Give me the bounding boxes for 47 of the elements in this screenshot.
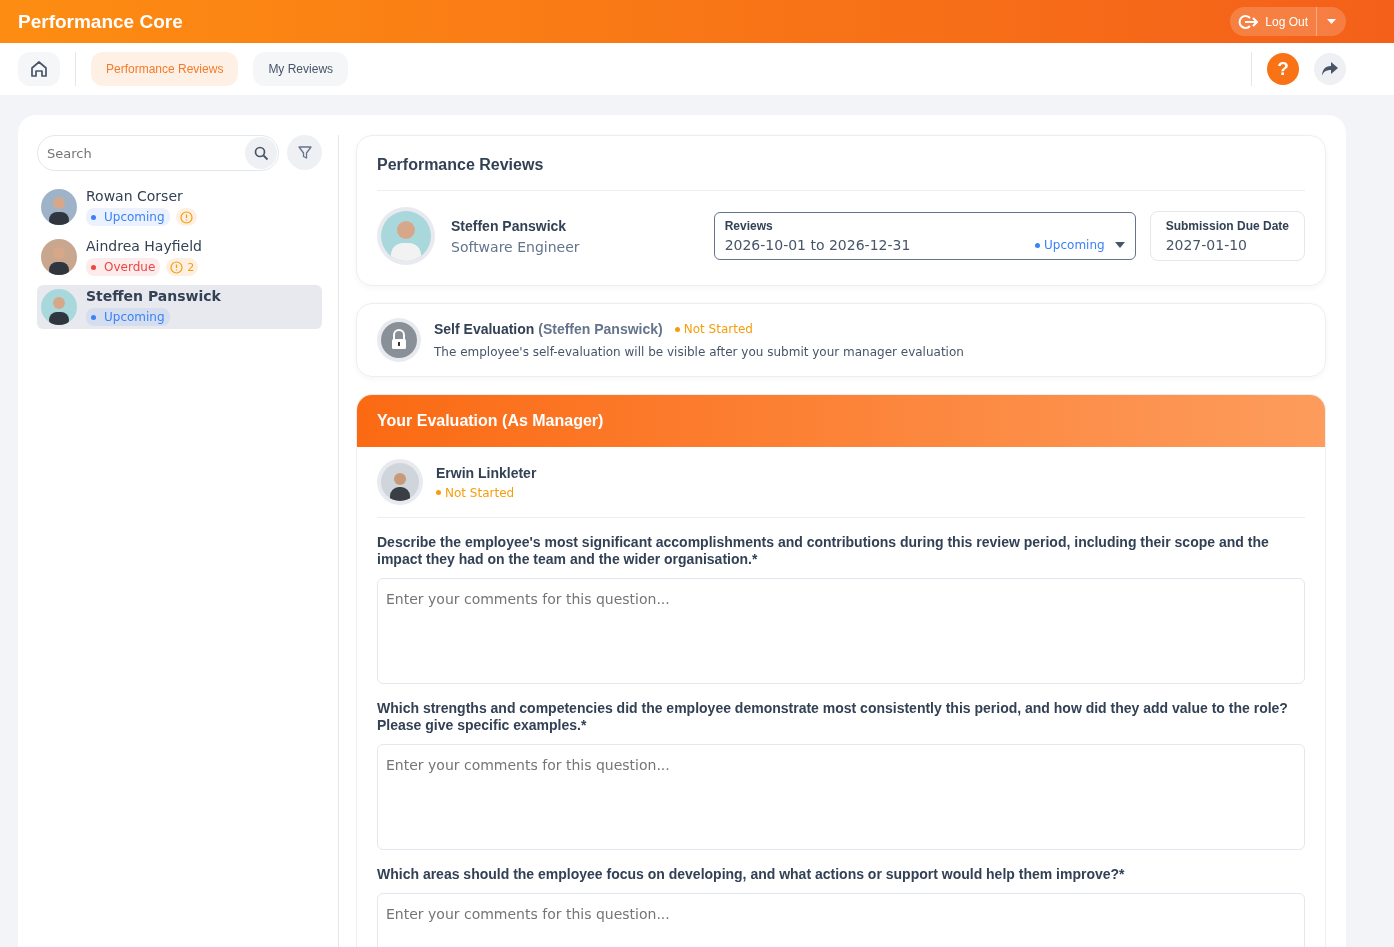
question-text: Which areas should the employee focus on developing, and what actions or support would help them improve?* bbox=[377, 866, 1126, 883]
employee-item[interactable]: Rowan Corser Upcoming bbox=[37, 185, 322, 229]
period-value: 2026-10-01 to 2026-12-31 bbox=[724, 237, 912, 253]
due-date: 2027-01-10 bbox=[1165, 237, 1248, 253]
app-title: Performance Core bbox=[18, 10, 183, 33]
caret-icon bbox=[1327, 19, 1336, 24]
employee-name: Aindrea Hayfield bbox=[86, 238, 202, 254]
answer-field[interactable]: Enter your comments for this question... bbox=[377, 893, 1305, 947]
employee-item[interactable]: Steffen Panswick Upcoming bbox=[37, 285, 322, 329]
self-evaluation-note: The employee's self-evaluation will be visible after you submit your manager evaluation bbox=[434, 345, 964, 359]
filter-button[interactable] bbox=[287, 135, 322, 170]
field-label: Reviews bbox=[724, 219, 774, 233]
logout-icon bbox=[1238, 13, 1259, 30]
evaluation-title: Your Evaluation (As Manager) bbox=[377, 412, 604, 430]
caret-icon bbox=[1114, 242, 1125, 248]
share-button[interactable] bbox=[1314, 53, 1346, 85]
filter-icon bbox=[297, 145, 312, 160]
employee-name: Rowan Corser bbox=[86, 188, 184, 204]
status-label: Not Started bbox=[436, 485, 1305, 500]
search-field[interactable]: Search bbox=[37, 135, 279, 171]
self-evaluation-title: Self Evaluation (Steffen Panswick) bbox=[434, 321, 663, 337]
alert-icon bbox=[170, 260, 184, 274]
section-title: Performance Reviews bbox=[377, 155, 545, 175]
status-label: Not Started bbox=[674, 322, 753, 336]
home-icon bbox=[29, 59, 49, 79]
home-button[interactable] bbox=[18, 52, 60, 86]
answer-field[interactable]: Enter your comments for this question... bbox=[377, 578, 1305, 684]
employee-name: Steffen Panswick bbox=[451, 217, 568, 234]
employee-role: Software Engineer bbox=[451, 238, 581, 255]
search-icon bbox=[253, 145, 269, 161]
employee-item[interactable]: Aindrea Hayfield Overdue 2 bbox=[37, 235, 322, 279]
question-text: Describe the employee's most significant accomplishments and contributions during this review period, including their scope and the impact they had on the team and the wider organisation.* bbox=[377, 534, 1270, 568]
status-label: Upcoming bbox=[1035, 238, 1105, 252]
alert-badge: 2 bbox=[166, 258, 199, 276]
nav-tab[interactable]: My Reviews bbox=[253, 52, 349, 86]
status-badge: Overdue bbox=[86, 258, 161, 276]
review-period-dropdown[interactable]: Reviews 2026-10-01 to 2026-12-31 Upcoming bbox=[713, 212, 1136, 260]
status-badge: Upcoming bbox=[86, 308, 170, 326]
status-badge: Upcoming bbox=[86, 208, 170, 226]
field-label: Submission Due Date bbox=[1165, 219, 1289, 233]
lock-icon bbox=[377, 318, 421, 362]
share-icon bbox=[1321, 61, 1339, 77]
employee-name: Steffen Panswick bbox=[86, 288, 221, 304]
question-text: Which strengths and competencies did the employee demonstrate most consistently this period, and how did they add value to the role? Please give specific examples.* bbox=[377, 700, 1289, 734]
alert-icon bbox=[179, 210, 193, 224]
manager-name: Erwin Linkleter bbox=[436, 464, 538, 481]
answer-field[interactable]: Enter your comments for this question... bbox=[377, 744, 1305, 850]
